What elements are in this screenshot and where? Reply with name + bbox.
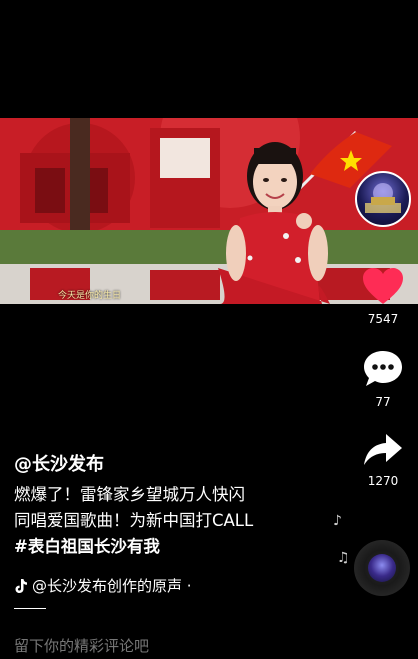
like-count: 7547 <box>367 312 399 326</box>
disc-cover <box>368 554 396 582</box>
comment-button[interactable]: 77 <box>353 349 413 409</box>
author-avatar[interactable] <box>355 171 411 227</box>
description-line-1: 燃爆了！雷锋家乡望城万人快闪 <box>14 485 245 504</box>
comment-count: 77 <box>375 395 391 409</box>
comment-icon <box>364 351 402 386</box>
heart-icon <box>363 268 403 304</box>
avatar-image <box>365 183 401 213</box>
video-subtitle: 今天是你的生日 <box>58 291 122 301</box>
share-button[interactable]: 1270 <box>353 432 413 488</box>
share-count: 1270 <box>367 474 399 488</box>
post-description: 燃爆了！雷锋家乡望城万人快闪 同唱爱国歌曲！为新中国打CALL #表白祖国长沙有… <box>14 482 314 560</box>
author-name[interactable]: @长沙发布 <box>14 450 104 476</box>
floating-note-icon-2: ♫ <box>337 550 350 566</box>
description-line-2: 同唱爱国歌曲！为新中国打CALL <box>14 511 254 530</box>
comment-input[interactable]: 留下你的精彩评论吧 <box>14 635 149 656</box>
music-info[interactable]: @长沙发布创作的原声 · <box>14 575 192 596</box>
music-disc[interactable] <box>354 540 410 596</box>
like-button[interactable]: 7547 <box>353 266 413 326</box>
tiktok-note-icon <box>15 578 27 593</box>
divider <box>14 608 46 609</box>
hashtag-link[interactable]: #表白祖国长沙有我 <box>14 534 314 560</box>
floating-note-icon: ♪ <box>333 513 342 529</box>
share-arrow-icon <box>364 434 402 465</box>
music-title: @长沙发布创作的原声 · <box>32 577 192 595</box>
